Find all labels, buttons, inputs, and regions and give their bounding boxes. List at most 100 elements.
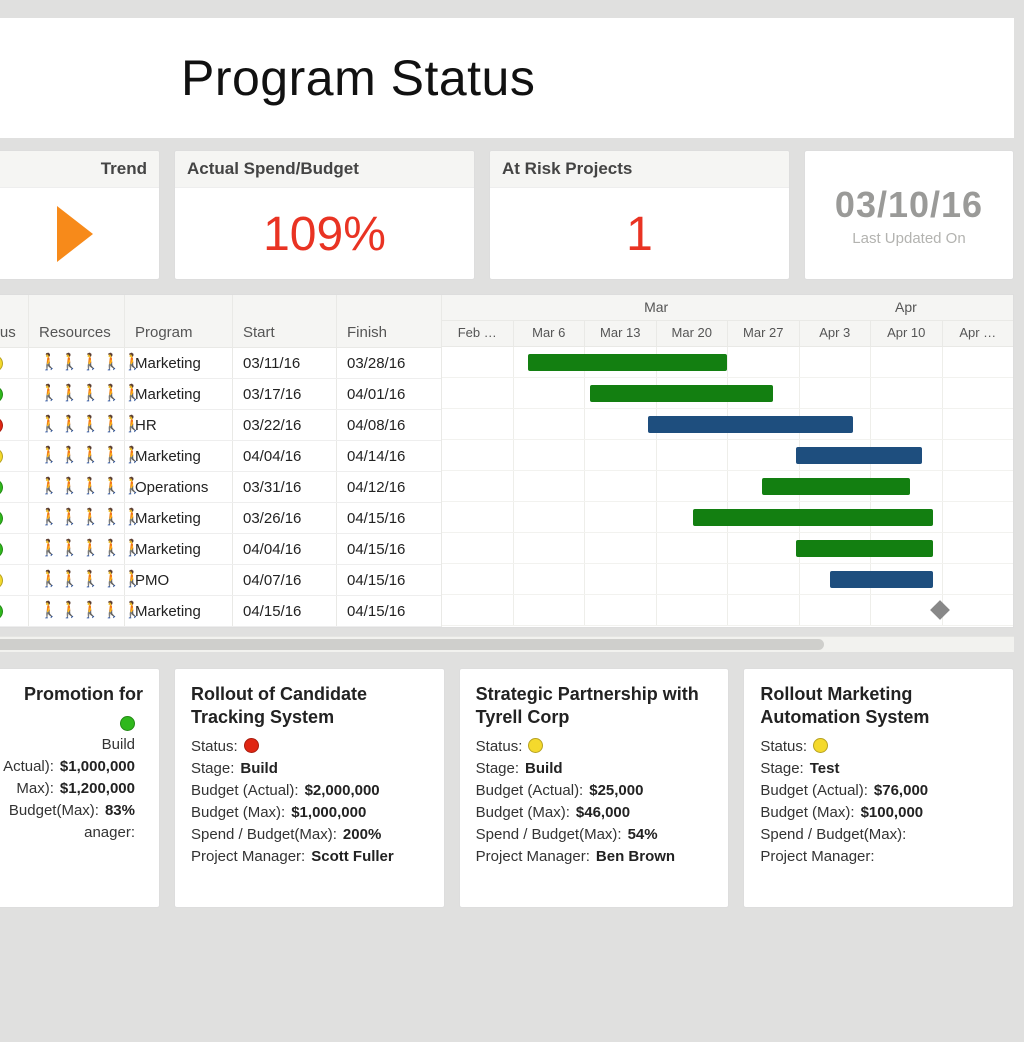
status-dot-icon (120, 716, 135, 731)
table-row[interactable]: 🚶🚶🚶🚶🚶Marketing04/04/1604/15/16 (0, 534, 441, 565)
finish-cell: 04/14/16 (337, 441, 441, 471)
program-cell: HR (125, 410, 233, 440)
gantt-row[interactable] (442, 378, 1013, 409)
gantt-row[interactable] (442, 595, 1013, 626)
kpi-trend[interactable]: Trend (0, 150, 160, 280)
kpi-updated[interactable]: 03/10/16 Last Updated On (804, 150, 1014, 280)
stage-label: Build (102, 736, 135, 753)
status-dot-icon (0, 448, 3, 465)
gantt-weeks: Feb …Mar 6Mar 13Mar 20Mar 27Apr 3Apr 10A… (442, 321, 1013, 347)
trend-arrow-icon (57, 206, 93, 262)
project-card[interactable]: Rollout of Candidate Tracking SystemStat… (174, 668, 445, 908)
person-icon: 🚶 (39, 355, 59, 371)
gantt-bar[interactable] (830, 571, 933, 588)
hdr-status[interactable]: Status (0, 295, 29, 347)
program-cell: PMO (125, 565, 233, 595)
start-cell: 04/04/16 (233, 441, 337, 471)
gantt-bar[interactable] (796, 540, 933, 557)
start-cell: 04/07/16 (233, 565, 337, 595)
start-cell: 03/26/16 (233, 503, 337, 533)
finish-cell: 04/15/16 (337, 596, 441, 626)
person-icon: 🚶 (39, 448, 59, 464)
person-icon: 🚶 (81, 417, 101, 433)
kpi-risk[interactable]: At Risk Projects 1 (489, 150, 790, 280)
table-row[interactable]: 🚶🚶🚶🚶🚶Marketing04/15/1604/15/16 (0, 596, 441, 627)
person-icon: 🚶 (60, 448, 80, 464)
table-header: Status Resources Program Start Finish (0, 295, 441, 348)
hdr-resources[interactable]: Resources (29, 295, 125, 347)
project-cards: Promotion forBuildActual): $1,000,000Max… (0, 668, 1014, 908)
person-icon: 🚶 (102, 510, 122, 526)
person-icon: 🚶 (81, 479, 101, 495)
gantt-chart[interactable]: Mar Apr Feb …Mar 6Mar 13Mar 20Mar 27Apr … (442, 295, 1013, 627)
status-dot-icon (813, 738, 828, 753)
project-card[interactable]: Strategic Partnership with Tyrell CorpSt… (459, 668, 730, 908)
person-icon: 🚶 (81, 355, 101, 371)
program-cell: Operations (125, 472, 233, 502)
table-row[interactable]: 🚶🚶🚶🚶🚶Marketing04/04/1604/14/16 (0, 441, 441, 472)
person-icon: 🚶 (102, 417, 122, 433)
hdr-start[interactable]: Start (233, 295, 337, 347)
gantt-row[interactable] (442, 347, 1013, 378)
milestone-diamond-icon[interactable] (930, 600, 950, 620)
person-icon: 🚶 (60, 541, 80, 557)
stage-value: Build (525, 760, 563, 777)
start-cell: 04/15/16 (233, 596, 337, 626)
gantt-row[interactable] (442, 533, 1013, 564)
budget-max: $1,000,000 (291, 804, 366, 821)
gantt-week-label: Mar 20 (656, 321, 728, 346)
budget-actual: $2,000,000 (305, 782, 380, 799)
table-row[interactable]: 🚶🚶🚶🚶🚶Marketing03/26/1604/15/16 (0, 503, 441, 534)
person-icon: 🚶 (39, 479, 59, 495)
gantt-row[interactable] (442, 409, 1013, 440)
project-card[interactable]: Promotion forBuildActual): $1,000,000Max… (0, 668, 160, 908)
finish-cell: 03/28/16 (337, 348, 441, 378)
gantt-bar[interactable] (648, 416, 854, 433)
card-title: Rollout Marketing Automation System (760, 683, 997, 728)
start-cell: 03/11/16 (233, 348, 337, 378)
gantt-week-label: Apr 3 (799, 321, 871, 346)
stage-value: Build (240, 760, 278, 777)
scrollbar-thumb[interactable] (0, 639, 824, 650)
table-row[interactable]: 🚶🚶🚶🚶🚶Marketing03/17/1604/01/16 (0, 379, 441, 410)
kpi-spend[interactable]: Actual Spend/Budget 109% (174, 150, 475, 280)
person-icon: 🚶 (60, 572, 80, 588)
program-cell: Marketing (125, 379, 233, 409)
spend-pct: 54% (628, 826, 658, 843)
person-icon: 🚶 (60, 510, 80, 526)
gantt-row[interactable] (442, 440, 1013, 471)
table-row[interactable]: 🚶🚶🚶🚶🚶Marketing03/11/1603/28/16 (0, 348, 441, 379)
finish-cell: 04/01/16 (337, 379, 441, 409)
person-icon: 🚶 (102, 355, 122, 371)
spend-pct: 83% (105, 802, 135, 819)
horizontal-scrollbar[interactable] (0, 636, 1014, 652)
person-icon: 🚶 (39, 541, 59, 557)
table-row[interactable]: 🚶🚶🚶🚶🚶HR03/22/1604/08/16 (0, 410, 441, 441)
person-icon: 🚶 (81, 603, 101, 619)
kpi-trend-label: Trend (0, 151, 159, 188)
gantt-row[interactable] (442, 471, 1013, 502)
spend-pct: 200% (343, 826, 381, 843)
person-icon: 🚶 (102, 541, 122, 557)
finish-cell: 04/15/16 (337, 503, 441, 533)
gantt-bar[interactable] (693, 509, 933, 526)
table-row[interactable]: 🚶🚶🚶🚶🚶Operations03/31/1604/12/16 (0, 472, 441, 503)
project-card[interactable]: Rollout Marketing Automation SystemStatu… (743, 668, 1014, 908)
program-cell: Marketing (125, 348, 233, 378)
gantt-bar[interactable] (796, 447, 922, 464)
budget-actual: $25,000 (589, 782, 643, 799)
gantt-bar[interactable] (590, 385, 773, 402)
table-row[interactable]: 🚶🚶🚶🚶🚶PMO04/07/1604/15/16 (0, 565, 441, 596)
program-cell: Marketing (125, 441, 233, 471)
status-dot-icon (0, 479, 3, 496)
card-title: Strategic Partnership with Tyrell Corp (476, 683, 713, 728)
gantt-bar[interactable] (762, 478, 910, 495)
gantt-row[interactable] (442, 502, 1013, 533)
hdr-finish[interactable]: Finish (337, 295, 441, 347)
stage-value: Test (810, 760, 840, 777)
hdr-program[interactable]: Program (125, 295, 233, 347)
card-title: Rollout of Candidate Tracking System (191, 683, 428, 728)
page-title: Program Status (181, 49, 1013, 107)
gantt-row[interactable] (442, 564, 1013, 595)
gantt-bar[interactable] (528, 354, 728, 371)
